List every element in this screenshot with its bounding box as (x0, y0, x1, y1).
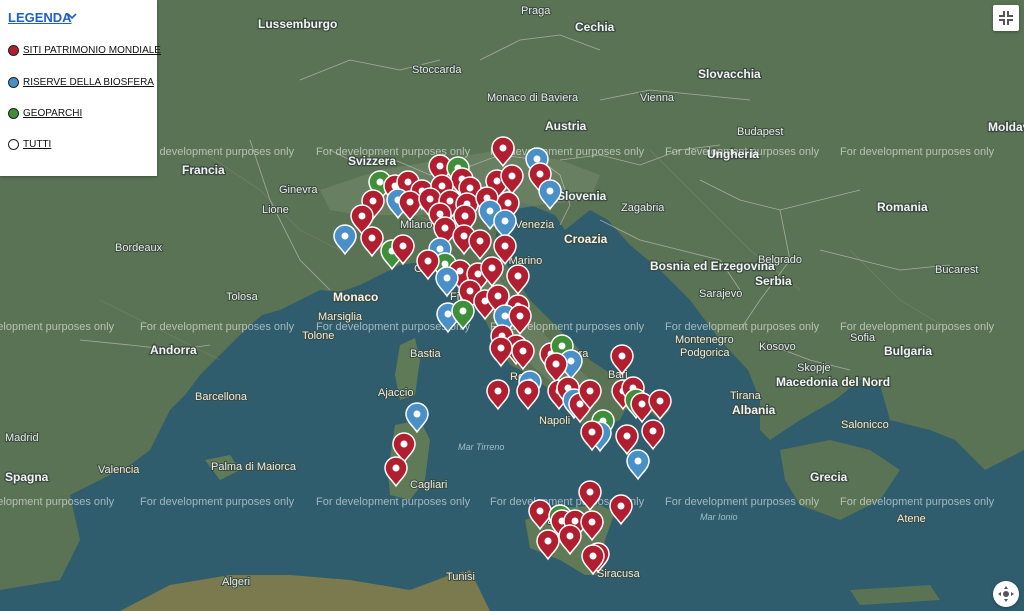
legend-item-all[interactable]: TUTTI (8, 139, 51, 150)
watermark-text: For development purposes only (840, 146, 995, 158)
map-label-city: Stoccarda (412, 64, 462, 76)
map-label-country: Bulgaria (884, 344, 932, 358)
map-label-city: Atene (897, 513, 926, 525)
red-dot-icon (8, 45, 19, 56)
exit-fullscreen-button[interactable] (993, 5, 1019, 31)
chevron-down-icon[interactable] (66, 10, 78, 25)
map-label-country: Slovenia (557, 189, 607, 203)
white-dot-icon (8, 139, 19, 150)
watermark-text: For development purposes only (0, 496, 115, 508)
map-label-country: Serbia (755, 274, 792, 288)
map-label-city: Sofia (850, 332, 876, 344)
legend-item-label: RISERVE DELLA BIOSFERA (23, 77, 154, 88)
map-label-city: Budapest (737, 126, 783, 138)
watermark-text: For development purposes only (840, 321, 995, 333)
map-label-city: Bucarest (935, 264, 978, 276)
watermark-text: For development purposes only (840, 496, 995, 508)
map-label-country: Slovacchia (698, 67, 761, 81)
map-label-country: Moldav (988, 120, 1024, 134)
map-label-city: Lione (262, 204, 289, 216)
map-label-country: Francia (182, 163, 225, 177)
map-label-country: Spagna (5, 470, 49, 484)
map-label-city: Milano (400, 219, 432, 231)
map-label-country: Lussemburgo (258, 17, 337, 31)
watermark-text: For development purposes only (316, 146, 471, 158)
map-label-country: Bosnia ed Erzegovina (650, 259, 775, 273)
exit-fullscreen-icon (999, 11, 1013, 25)
map-label-country: Austria (545, 119, 587, 133)
map-label-city: Salonicco (841, 419, 889, 431)
map-label-country: Kosovo (759, 341, 796, 353)
map-label-sea: Mar Ionio (700, 512, 738, 522)
legend-toggle[interactable]: LEGENDA (8, 10, 72, 25)
legend-panel: LEGENDA SITI PATRIMONIO MONDIALE RISERVE… (0, 0, 161, 176)
map-label-city: Skopje (797, 362, 831, 374)
map-label-city: Napoli (539, 415, 570, 427)
map-label-city: Siracusa (597, 568, 641, 580)
watermark-text: For development purposes only (665, 496, 820, 508)
watermark-text: For development purposes only (316, 496, 471, 508)
map-label-city: Barcellona (195, 391, 248, 403)
map-label-city: Tolosa (226, 291, 259, 303)
map-label-country: Monaco (333, 290, 378, 304)
map-label-city: Podgorica (680, 347, 730, 359)
map-label-city: Valencia (98, 464, 140, 476)
map-label-city: Zagabria (621, 202, 665, 214)
map-label-city: Madrid (5, 432, 39, 444)
map-label-country: Macedonia del Nord (776, 375, 890, 389)
legend-item-label: SITI PATRIMONIO MONDIALE (23, 45, 161, 56)
map-label-sea: Mar Tirreno (458, 442, 504, 452)
map-label-city: Praga (521, 5, 551, 17)
map-label-country: Croazia (564, 232, 608, 246)
blue-dot-icon (8, 77, 19, 88)
map-label-country: Andorra (150, 343, 197, 357)
legend-item-geoparks[interactable]: GEOPARCHI (8, 108, 82, 119)
legend-item-label: TUTTI (23, 139, 52, 150)
map-label-city: Algeri (222, 576, 250, 588)
map-label-city: Bastia (410, 348, 441, 360)
map-label-city: Palma di Maiorca (211, 461, 297, 473)
map-label-city: Tirana (730, 390, 762, 402)
watermark-text: For development purposes only (665, 146, 820, 158)
watermark-text: For development purposes only (140, 146, 295, 158)
map-label-city: Belgrado (758, 254, 802, 266)
map-navigation-button[interactable] (993, 581, 1019, 607)
map-label-city: Sarajevo (699, 288, 742, 300)
map-label-country: Montenegro (675, 334, 734, 346)
watermark-text: For development purposes only (140, 496, 295, 508)
map-label-country: Albania (732, 403, 776, 417)
map-label-country: Romania (877, 200, 928, 214)
map-label-city: Ginevra (279, 184, 318, 196)
map-label-country: Cechia (575, 20, 615, 34)
map-label-city: Ajaccio (378, 387, 413, 399)
watermark-text: For development purposes only (665, 321, 820, 333)
map-navigation-icon (998, 586, 1014, 602)
map-label-city: Tunisi (446, 571, 475, 583)
legend-item-biosphere[interactable]: RISERVE DELLA BIOSFERA (8, 77, 154, 88)
watermark-text: For development purposes only (0, 321, 115, 333)
legend-item-world-heritage[interactable]: SITI PATRIMONIO MONDIALE (8, 45, 161, 56)
watermark-text: For development purposes only (140, 321, 295, 333)
map-label-city: Vienna (640, 92, 675, 104)
map-label-city: Bordeaux (115, 242, 163, 254)
map-label-city: Cagliari (410, 479, 447, 491)
legend-item-label: GEOPARCHI (23, 108, 83, 119)
map-label-city: Monaco di Baviera (487, 92, 579, 104)
map-label-country: Grecia (810, 470, 848, 484)
green-dot-icon (8, 108, 19, 119)
map-label-city: Venezia (515, 219, 555, 231)
